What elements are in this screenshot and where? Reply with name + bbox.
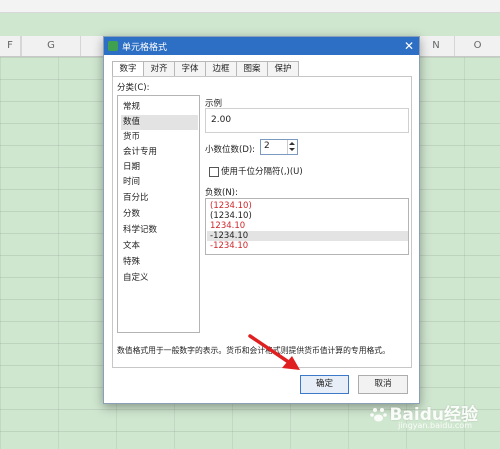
negative-numbers-list[interactable]: (1234.10) (1234.10) 1234.10 -1234.10 -12… bbox=[205, 198, 409, 255]
negative-numbers-label: 负数(N): bbox=[205, 188, 238, 198]
category-list[interactable]: 常规 数值 货币 会计专用 日期 时间 百分比 分数 科学记数 文本 特殊 自定… bbox=[117, 95, 200, 333]
ok-button[interactable]: 确定 bbox=[300, 375, 349, 394]
decimal-places-value[interactable]: 2 bbox=[264, 141, 270, 151]
close-icon[interactable]: ✕ bbox=[404, 38, 414, 54]
stepper-arrows[interactable] bbox=[287, 140, 297, 154]
category-item-selected[interactable]: 数值 bbox=[121, 115, 198, 130]
negative-option[interactable]: 1234.10 bbox=[207, 221, 408, 231]
cancel-button[interactable]: 取消 bbox=[358, 375, 408, 394]
top-toolbar-strip bbox=[0, 0, 500, 13]
category-item[interactable]: 日期 bbox=[121, 160, 198, 175]
sample-box: 2.00 bbox=[205, 108, 409, 133]
negative-option-selected[interactable]: -1234.10 bbox=[207, 231, 408, 241]
dialog-titlebar[interactable]: 单元格格式 ✕ bbox=[104, 37, 419, 55]
category-item[interactable]: 分数 bbox=[121, 207, 198, 222]
tab-pattern[interactable]: 图案 bbox=[236, 61, 268, 77]
column-header-g[interactable]: G bbox=[21, 36, 81, 56]
category-label: 分类(C): bbox=[117, 83, 150, 93]
dialog-title: 单元格格式 bbox=[122, 43, 168, 53]
number-tab-panel: 分类(C): 常规 数值 货币 会计专用 日期 时间 百分比 分数 科学记数 文… bbox=[112, 76, 412, 368]
thousands-separator-label[interactable]: 使用千位分隔符(,)(U) bbox=[221, 165, 303, 177]
paw-icon bbox=[370, 408, 388, 422]
negative-option[interactable]: (1234.10) bbox=[207, 211, 408, 221]
tab-protection[interactable]: 保护 bbox=[267, 61, 299, 77]
category-item[interactable]: 百分比 bbox=[121, 191, 198, 206]
category-item[interactable]: 货币 bbox=[121, 130, 198, 145]
category-item[interactable]: 时间 bbox=[121, 175, 198, 190]
thousands-separator-checkbox[interactable] bbox=[209, 167, 219, 177]
category-item[interactable]: 科学记数 bbox=[121, 223, 198, 238]
watermark-url: jingyan.baidu.com bbox=[398, 421, 472, 430]
red-arrow-annotation bbox=[248, 334, 300, 370]
stepper-up-icon[interactable] bbox=[289, 142, 295, 145]
category-item[interactable]: 特殊 bbox=[121, 255, 198, 270]
negative-option[interactable]: -1234.10 bbox=[207, 241, 408, 251]
sample-value: 2.00 bbox=[211, 115, 232, 125]
category-item[interactable]: 常规 bbox=[121, 100, 198, 115]
column-header-n[interactable]: N bbox=[418, 36, 455, 56]
app-icon bbox=[108, 41, 118, 51]
negative-option[interactable]: (1234.10) bbox=[207, 201, 408, 211]
stepper-down-icon[interactable] bbox=[289, 148, 295, 151]
category-item[interactable]: 会计专用 bbox=[121, 145, 198, 160]
decimal-places-stepper[interactable]: 2 bbox=[260, 139, 298, 155]
tab-alignment[interactable]: 对齐 bbox=[143, 61, 175, 77]
decimal-places-label: 小数位数(D): bbox=[205, 145, 256, 155]
tab-font[interactable]: 字体 bbox=[174, 61, 206, 77]
column-header-f[interactable]: F bbox=[0, 36, 21, 56]
category-item[interactable]: 文本 bbox=[121, 239, 198, 254]
tab-border[interactable]: 边框 bbox=[205, 61, 237, 77]
column-header-o[interactable]: O bbox=[455, 36, 500, 56]
category-item[interactable]: 自定义 bbox=[121, 271, 198, 286]
